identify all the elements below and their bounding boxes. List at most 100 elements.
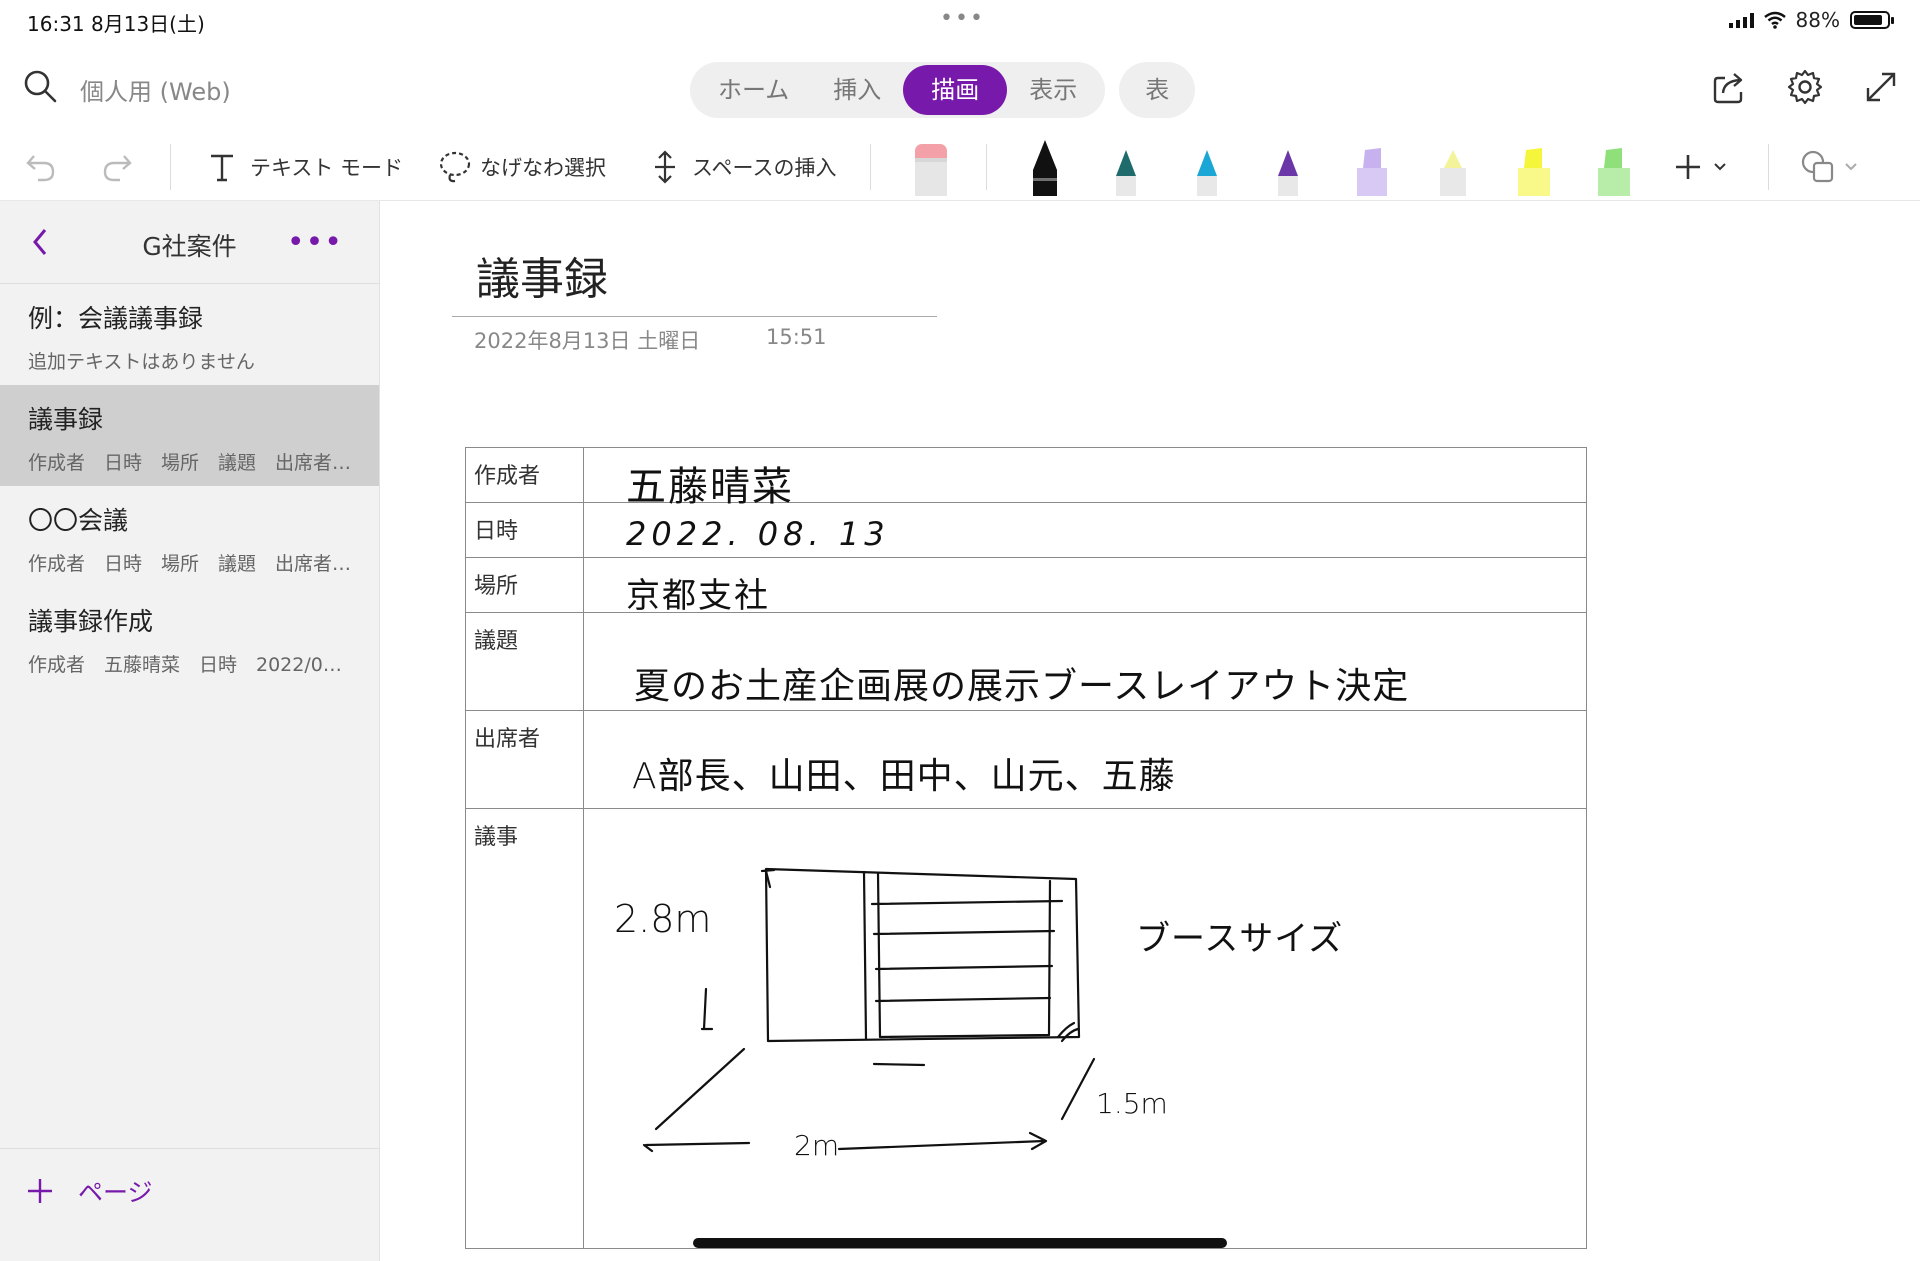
- table-row: 作成者 五藤晴菜: [465, 447, 1587, 510]
- row-value-agenda[interactable]: 夏のお土産企画展の展示ブースレイアウト決定: [583, 612, 1587, 711]
- page-title[interactable]: 議事録: [476, 243, 608, 307]
- toolbar-divider: [870, 144, 871, 190]
- cellular-signal-icon: [1728, 12, 1754, 28]
- handwriting-place: 京都支社: [626, 576, 770, 616]
- plus-icon: [1676, 155, 1700, 179]
- page-time: 15:51: [766, 325, 827, 349]
- page-item-title: 例：会議議事録: [28, 304, 204, 333]
- page-item[interactable]: 〇〇会議 作成者 日時 場所 議題 出席者…: [0, 486, 379, 587]
- status-time: 16:31 8月13日(土): [27, 12, 205, 36]
- page-list-sidebar: G社案件 ••• 例：会議議事録 追加テキストはありません 議事録 作成者 日時…: [0, 201, 380, 1261]
- add-page-label: ページ: [78, 1178, 153, 1207]
- chevron-down-icon: [1845, 163, 1857, 171]
- highlighter-lightyellow-icon[interactable]: [1432, 138, 1474, 196]
- handwriting-attendees: A部長、山田、田中、山元、五藤: [632, 756, 1176, 797]
- sketch-depth-label: 1.5m: [1096, 1087, 1168, 1120]
- highlighter-yellow-icon[interactable]: [1512, 138, 1556, 196]
- page-item-preview: 作成者 五藤晴菜 日時 2022/0…: [28, 654, 342, 676]
- tab-insert[interactable]: 挿入: [811, 65, 903, 115]
- page-item[interactable]: 例：会議議事録 追加テキストはありません: [0, 284, 379, 385]
- handwriting-datetime: 2022. 08. 13: [626, 515, 890, 553]
- status-right: 88%: [1728, 8, 1894, 32]
- row-value-place[interactable]: 京都支社: [583, 557, 1587, 616]
- page-item-selected[interactable]: 議事録 作成者 日時 場所 議題 出席者…: [0, 385, 379, 486]
- pen-black-icon[interactable]: [1027, 138, 1063, 196]
- table-row: 場所 京都支社: [465, 557, 1587, 616]
- row-label-author[interactable]: 作成者: [465, 447, 584, 503]
- booth-sketch-drawing: [642, 867, 1096, 1153]
- tab-table[interactable]: 表: [1119, 62, 1196, 118]
- top-bar: 個人用 (Web) ホーム 挿入 描画 表示 表: [0, 42, 1920, 134]
- undo-button[interactable]: [24, 134, 58, 200]
- minutes-table[interactable]: 作成者 五藤晴菜 日時 2022. 08. 13 場所 京都支社 議題 夏のお土…: [465, 447, 1587, 1249]
- tab-draw[interactable]: 描画: [903, 65, 1008, 115]
- lasso-icon: [439, 151, 471, 183]
- add-pen-button[interactable]: [1673, 134, 1727, 200]
- chevron-down-icon: [1714, 163, 1726, 171]
- settings-gear-icon[interactable]: [1786, 68, 1824, 106]
- sketch-booth-size-label: ブースサイズ: [1136, 919, 1344, 959]
- notebook-search-field[interactable]: 個人用 (Web): [80, 72, 231, 107]
- row-label-proceedings[interactable]: 議事: [465, 808, 584, 1249]
- row-label-place[interactable]: 場所: [465, 557, 584, 613]
- sidebar-footer: ページ: [0, 1148, 379, 1261]
- table-row: 日時 2022. 08. 13: [465, 502, 1587, 558]
- shapes-button[interactable]: [1800, 134, 1858, 200]
- redo-icon: [103, 155, 132, 182]
- sketch-height-label: 2.8m: [614, 897, 712, 941]
- multitasking-dots-icon[interactable]: •••: [940, 6, 985, 31]
- toolbar-divider: [986, 144, 987, 190]
- search-icon[interactable]: [22, 68, 58, 104]
- text-t-icon: [211, 154, 233, 182]
- text-mode-label: テキスト モード: [250, 156, 404, 180]
- sidebar-header: G社案件 •••: [0, 201, 379, 284]
- row-label-datetime[interactable]: 日時: [465, 502, 584, 558]
- insert-space-button[interactable]: スペースの挿入: [650, 134, 836, 200]
- sketch-width-label: 2m: [794, 1129, 840, 1162]
- toolbar-divider: [1768, 144, 1769, 190]
- battery-percent: 88%: [1795, 8, 1840, 32]
- lasso-label: なげなわ選択: [480, 156, 606, 180]
- page-item-title: 〇〇会議: [28, 506, 129, 535]
- highlighter-green-icon[interactable]: [1592, 138, 1636, 196]
- share-icon[interactable]: [1710, 68, 1748, 106]
- draw-toolbar: テキスト モード なげなわ選択 スペースの挿入: [0, 134, 1920, 201]
- page-item-title: 議事録: [28, 405, 104, 434]
- row-value-author[interactable]: 五藤晴菜: [583, 447, 1587, 510]
- fullscreen-expand-icon[interactable]: [1862, 68, 1900, 106]
- insert-space-icon: [655, 150, 675, 184]
- toolbar-divider: [170, 144, 171, 190]
- lasso-select-button[interactable]: なげなわ選択: [438, 134, 606, 200]
- page-item-preview: 追加テキストはありません: [28, 351, 255, 373]
- plus-icon: [28, 1179, 52, 1203]
- redo-button[interactable]: [100, 134, 134, 200]
- table-row: 議事 2.8m ブースサイズ 1.5m 2m: [465, 808, 1587, 1249]
- page-item-preview: 作成者 日時 場所 議題 出席者…: [28, 452, 351, 474]
- home-indicator[interactable]: [693, 1238, 1227, 1248]
- ribbon-tabs: ホーム 挿入 描画 表示 表: [690, 62, 1196, 118]
- more-options-icon[interactable]: •••: [287, 225, 343, 260]
- insert-space-label: スペースの挿入: [692, 156, 837, 180]
- row-label-agenda[interactable]: 議題: [465, 612, 584, 711]
- top-actions: [1710, 68, 1900, 106]
- ribbon-tab-group: ホーム 挿入 描画 表示: [690, 62, 1106, 118]
- page-item-title: 議事録作成: [28, 607, 154, 636]
- page-item[interactable]: 議事録作成 作成者 五藤晴菜 日時 2022/0…: [0, 587, 379, 688]
- tab-home[interactable]: ホーム: [696, 65, 811, 115]
- pen-teal-icon[interactable]: [1108, 138, 1144, 196]
- note-canvas[interactable]: 議事録 2022年8月13日 土曜日 15:51 作成者 五藤晴菜 日時 202…: [380, 201, 1920, 1261]
- table-row: 議題 夏のお土産企画展の展示ブースレイアウト決定: [465, 612, 1587, 711]
- row-value-attendees[interactable]: A部長、山田、田中、山元、五藤: [583, 710, 1587, 809]
- handwriting-agenda: 夏のお土産企画展の展示ブースレイアウト決定: [634, 666, 1410, 707]
- row-value-datetime[interactable]: 2022. 08. 13: [583, 502, 1587, 558]
- undo-icon: [26, 155, 55, 182]
- pen-purple-icon[interactable]: [1270, 138, 1306, 196]
- row-value-proceedings[interactable]: 2.8m ブースサイズ 1.5m 2m: [583, 808, 1587, 1249]
- highlighter-lavender-icon[interactable]: [1351, 138, 1393, 196]
- pen-cyan-icon[interactable]: [1189, 138, 1225, 196]
- add-page-button[interactable]: ページ: [26, 1173, 153, 1209]
- text-mode-button[interactable]: テキスト モード: [208, 134, 403, 200]
- tab-view[interactable]: 表示: [1007, 65, 1099, 115]
- eraser-icon[interactable]: [911, 138, 951, 196]
- row-label-attendees[interactable]: 出席者: [465, 710, 584, 809]
